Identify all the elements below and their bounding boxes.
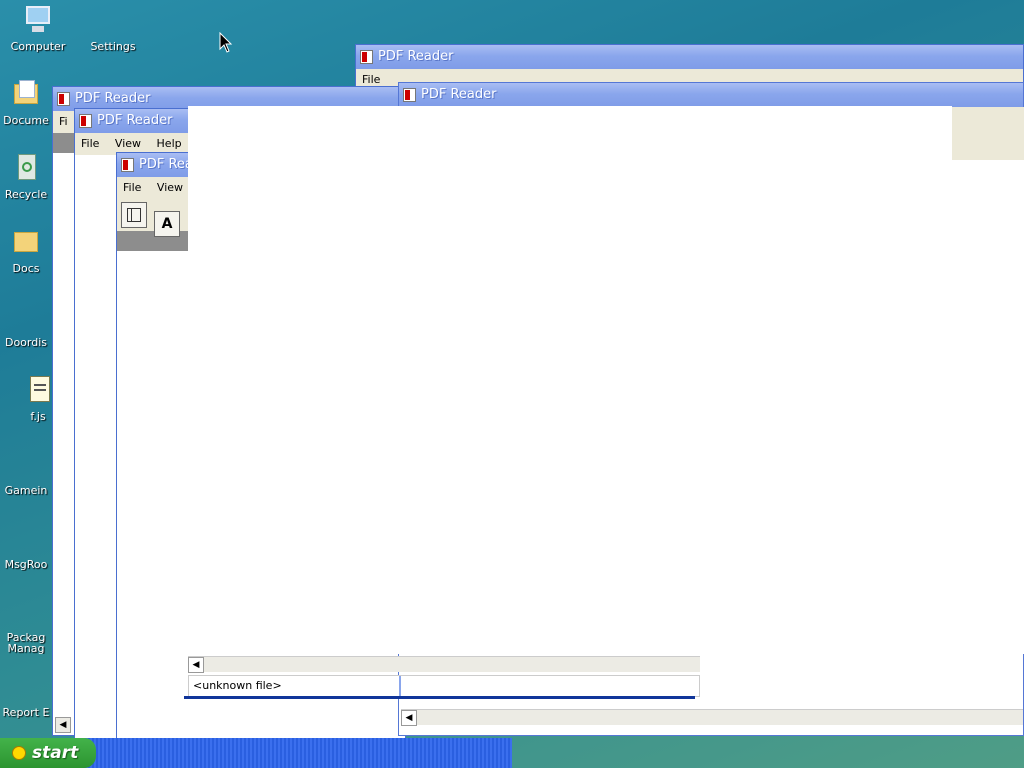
window-title: PDF Rea: [139, 157, 193, 172]
scroll-left-arrow[interactable]: ◀: [55, 717, 71, 733]
desktop-icon-label: Docume: [3, 114, 49, 127]
desktop-icon-docs[interactable]: Docs: [0, 226, 52, 275]
desktop-icon-computer[interactable]: Computer: [0, 4, 76, 53]
window-title: PDF Reader: [421, 87, 497, 102]
app-icon: [10, 448, 42, 480]
settings-icon: [97, 4, 129, 36]
recycle-bin-icon: [10, 152, 42, 184]
app-icon: [10, 670, 42, 702]
pdf-app-icon: [360, 50, 373, 64]
pdf-app-icon: [79, 114, 92, 128]
pdf-app-icon: [57, 92, 70, 106]
document-page-area[interactable]: [402, 160, 1024, 654]
scroll-left-arrow[interactable]: ◀: [401, 710, 417, 726]
desktop-icon-label: Computer: [10, 40, 66, 53]
menu-file[interactable]: File: [117, 177, 147, 199]
start-button[interactable]: start: [0, 738, 96, 768]
desktop-icon-msgroo[interactable]: MsgRoo: [0, 522, 52, 571]
status-file: <unknown file>: [193, 679, 282, 692]
desktop-icon-label: Doordis: [4, 336, 48, 349]
desktop-icon-doordis[interactable]: Doordis: [0, 300, 52, 349]
focus-underline: [184, 696, 695, 699]
desktop-icon-recycle[interactable]: Recycle: [0, 152, 52, 201]
folder-icon: [10, 226, 42, 258]
mouse-cursor-icon: [219, 32, 233, 53]
menu-bar: [951, 107, 1024, 160]
menu-view[interactable]: View: [151, 177, 189, 199]
computer-icon: [22, 4, 54, 36]
desktop-icon-label: Recycle: [4, 188, 48, 201]
scroll-left-arrow[interactable]: ◀: [188, 657, 204, 673]
status-bar: <unknown file>: [188, 675, 700, 697]
start-label: start: [32, 743, 79, 763]
app-icon: [10, 300, 42, 332]
menu-file[interactable]: File: [75, 133, 105, 155]
desktop-icon-label: Gamein: [4, 484, 48, 497]
desktop-icon-label: Packag Manag: [6, 632, 46, 654]
font-icon[interactable]: A: [154, 211, 181, 237]
desktop-icon-gamein[interactable]: Gamein: [0, 448, 52, 497]
desktop-icon-package[interactable]: Packag Manag: [0, 596, 52, 654]
window-title: PDF Reader: [75, 91, 151, 106]
horizontal-scrollbar[interactable]: ◀: [188, 656, 700, 673]
desktop-icon-settings[interactable]: Settings: [75, 4, 151, 53]
desktop-icon-report[interactable]: Report E: [0, 670, 52, 719]
start-logo-icon: [12, 746, 26, 760]
desktop-icon-label: MsgRoo: [4, 558, 48, 571]
pdf-app-icon: [121, 158, 134, 172]
window-title: PDF Reader: [97, 113, 173, 128]
script-file-icon: [22, 374, 54, 406]
desktop-icon-label: Settings: [90, 40, 136, 53]
desktop-icon-label: Report E: [2, 706, 50, 719]
pdf-app-icon: [403, 88, 416, 102]
desktop-icon-documents[interactable]: Docume: [0, 78, 52, 127]
menu-file[interactable]: Fi: [53, 111, 74, 133]
sidebar-toggle-icon[interactable]: [121, 202, 147, 228]
app-icon: [10, 596, 42, 628]
title-bar[interactable]: PDF Reader: [399, 83, 1023, 107]
window-title: PDF Reader: [378, 49, 454, 64]
title-bar[interactable]: PDF Reader: [356, 45, 1023, 69]
documents-icon: [10, 78, 42, 110]
horizontal-scrollbar[interactable]: ◀: [401, 709, 1023, 726]
app-icon: [10, 522, 42, 554]
desktop-icon-label: Docs: [12, 262, 40, 275]
status-divider: [399, 676, 401, 696]
